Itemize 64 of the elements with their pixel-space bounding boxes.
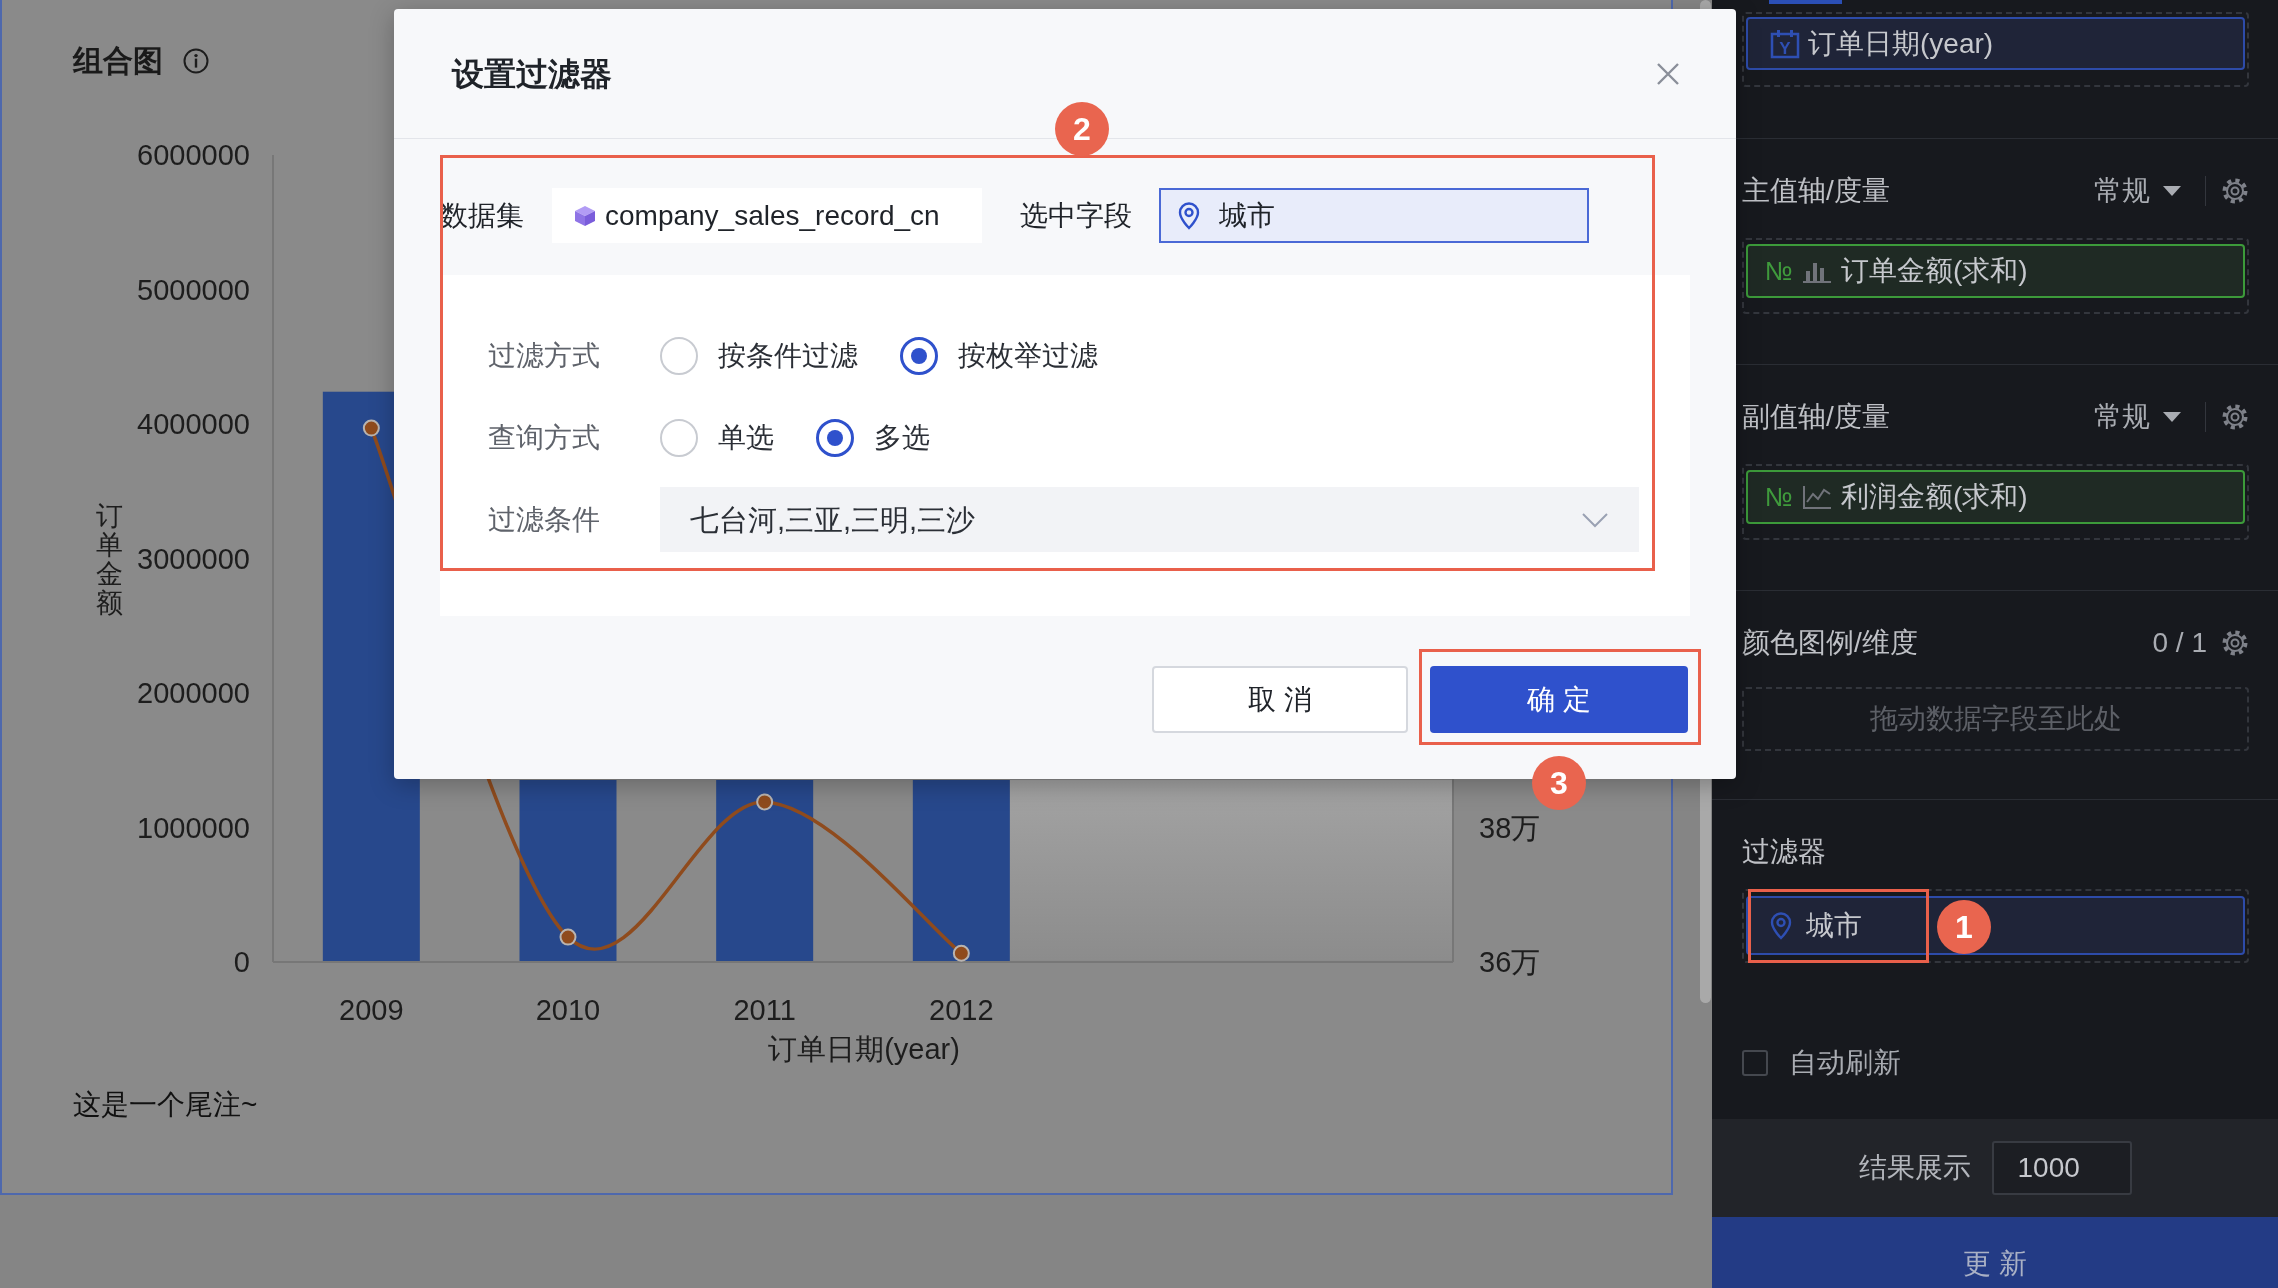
location-pin-icon [1178, 201, 1200, 230]
tick-label: 5000000 [137, 273, 250, 306]
field-pill[interactable]: № 订单金额(求和) [1746, 244, 2245, 298]
dataset-name: company_sales_record_cn [605, 198, 940, 233]
line-chart-icon [1802, 485, 1831, 509]
settings-icon[interactable] [2221, 403, 2249, 431]
option-label[interactable]: 多选 [874, 420, 930, 456]
data-point [559, 928, 577, 946]
section-title: 副值轴/度量 [1742, 400, 1890, 434]
section-title: 颜色图例/维度 [1742, 626, 1918, 660]
tick-label: 1000000 [137, 811, 250, 844]
data-point [756, 793, 774, 811]
checkbox[interactable] [1742, 1050, 1768, 1076]
tick-label: 2011 [733, 994, 796, 1026]
dialog-title: 设置过滤器 [452, 54, 612, 94]
chevron-down-icon [1581, 511, 1609, 528]
result-limit-input[interactable]: 1000 [1991, 1141, 2132, 1195]
confirm-button[interactable]: 确 定 [1430, 666, 1688, 733]
info-icon[interactable] [183, 48, 209, 74]
data-point [362, 419, 380, 437]
section-title: 主值轴/度量 [1742, 174, 1890, 208]
cube-icon [574, 204, 596, 227]
settings-icon[interactable] [2221, 177, 2249, 205]
footnote: 这是一个尾注~ [73, 1088, 258, 1122]
tick-label: 0 [233, 946, 250, 978]
axis-title: 订单金额 [95, 501, 123, 618]
condition-select[interactable]: 七台河,三亚,三明,三沙 [660, 487, 1639, 552]
field-label: 过滤方式 [488, 339, 601, 373]
close-icon[interactable] [1656, 61, 1680, 86]
tick-label: 6000000 [137, 139, 250, 171]
cancel-button[interactable]: 取 消 [1152, 666, 1408, 733]
field-label: 结果展示 [1858, 1151, 1971, 1185]
caret-icon [2163, 412, 2181, 422]
tick-label: 2012 [929, 994, 994, 1026]
tick-label: 36万 [1479, 946, 1541, 978]
option-label[interactable]: 按条件过滤 [718, 338, 858, 374]
chart-title: 组合图 [73, 43, 163, 79]
field-label: 选中字段 [1020, 198, 1132, 233]
settings-icon[interactable] [2221, 629, 2249, 657]
field-label: 过滤条件 [488, 502, 601, 537]
mode-dropdown[interactable]: 常规 [2094, 173, 2181, 209]
tick-label: 38万 [1479, 811, 1541, 844]
data-point [952, 944, 970, 962]
tick-label: 2010 [535, 994, 601, 1026]
mode-dropdown[interactable]: 常规 [2094, 399, 2181, 435]
field-label: 查询方式 [488, 421, 601, 455]
location-pin-icon [1770, 911, 1792, 940]
checkbox-label[interactable]: 自动刷新 [1789, 1045, 1901, 1081]
field-pill[interactable]: № 利润金额(求和) [1746, 470, 2245, 524]
axis-title: 订单日期(year) [768, 1033, 960, 1065]
option-label[interactable]: 单选 [718, 420, 774, 456]
tick-label: 2009 [339, 994, 404, 1026]
caret-icon [2163, 186, 2181, 196]
update-button[interactable]: 更 新 [1712, 1217, 2278, 1288]
radio-button[interactable] [816, 419, 854, 457]
field-count: 0 / 1 [2152, 626, 2207, 660]
option-label[interactable]: 按枚举过滤 [958, 338, 1098, 374]
section-title: 过滤器 [1742, 835, 1826, 869]
radio-button[interactable] [900, 337, 938, 375]
selected-field[interactable]: 城市 [1159, 188, 1589, 243]
field-pill[interactable]: Y 订单日期(year) [1746, 17, 2245, 70]
tick-label: 2000000 [137, 677, 250, 709]
tick-label: 4000000 [137, 408, 250, 440]
tick-label: 3000000 [137, 542, 250, 575]
